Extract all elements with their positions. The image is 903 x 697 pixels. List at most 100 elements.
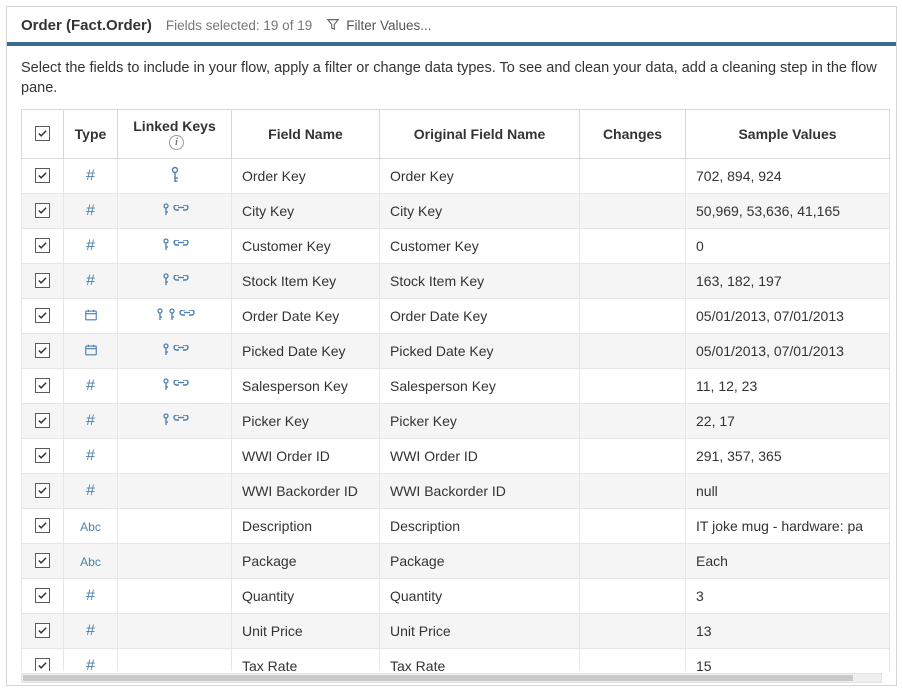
- cell-changes: [580, 264, 686, 299]
- fields-selected-label: Fields selected: 19 of 19: [166, 18, 312, 33]
- cell-type[interactable]: #: [64, 404, 118, 439]
- cell-sample: 13: [686, 614, 890, 649]
- panel-header: Order (Fact.Order) Fields selected: 19 o…: [7, 7, 896, 46]
- header-linked-keys[interactable]: Linked Keys i: [118, 109, 232, 159]
- cell-original-name: Package: [380, 544, 580, 579]
- key-link-icon: [161, 378, 189, 392]
- horizontal-scrollbar[interactable]: [21, 673, 882, 683]
- cell-type[interactable]: #: [64, 649, 118, 671]
- cell-field-name[interactable]: Description: [232, 509, 380, 544]
- header-changes[interactable]: Changes: [580, 109, 686, 159]
- cell-checkbox: [22, 159, 64, 194]
- table-row[interactable]: #Salesperson KeySalesperson Key11, 12, 2…: [22, 369, 890, 404]
- select-all-checkbox[interactable]: [35, 126, 50, 141]
- cell-type[interactable]: #: [64, 194, 118, 229]
- table-row[interactable]: #QuantityQuantity3: [22, 579, 890, 614]
- cell-field-name[interactable]: Picked Date Key: [232, 334, 380, 369]
- cell-sample: 50,969, 53,636, 41,165: [686, 194, 890, 229]
- cell-changes: [580, 404, 686, 439]
- cell-field-name[interactable]: Salesperson Key: [232, 369, 380, 404]
- cell-sample: 291, 357, 365: [686, 439, 890, 474]
- row-checkbox[interactable]: [35, 168, 50, 183]
- row-checkbox[interactable]: [35, 623, 50, 638]
- key-both-icon: [155, 308, 195, 322]
- horizontal-scrollbar-thumb[interactable]: [23, 675, 853, 681]
- cell-field-name[interactable]: City Key: [232, 194, 380, 229]
- fields-table-scroll[interactable]: Type Linked Keys i Field Name Original F…: [21, 109, 890, 671]
- cell-checkbox: [22, 649, 64, 671]
- cell-type[interactable]: [64, 299, 118, 334]
- table-row[interactable]: #WWI Backorder IDWWI Backorder IDnull: [22, 474, 890, 509]
- cell-sample: IT joke mug - hardware: pa: [686, 509, 890, 544]
- cell-field-name[interactable]: Stock Item Key: [232, 264, 380, 299]
- cell-field-name[interactable]: Picker Key: [232, 404, 380, 439]
- cell-type[interactable]: #: [64, 264, 118, 299]
- table-row[interactable]: #Customer KeyCustomer Key0: [22, 229, 890, 264]
- table-row[interactable]: #Order KeyOrder Key702, 894, 924: [22, 159, 890, 194]
- row-checkbox[interactable]: [35, 588, 50, 603]
- row-checkbox[interactable]: [35, 553, 50, 568]
- table-row[interactable]: Order Date KeyOrder Date Key05/01/2013, …: [22, 299, 890, 334]
- row-checkbox[interactable]: [35, 483, 50, 498]
- cell-type[interactable]: #: [64, 579, 118, 614]
- table-row[interactable]: AbcPackagePackageEach: [22, 544, 890, 579]
- cell-type[interactable]: #: [64, 614, 118, 649]
- row-checkbox[interactable]: [35, 273, 50, 288]
- cell-field-name[interactable]: Tax Rate: [232, 649, 380, 671]
- row-checkbox[interactable]: [35, 413, 50, 428]
- row-checkbox[interactable]: [35, 658, 50, 671]
- cell-checkbox: [22, 229, 64, 264]
- cell-field-name[interactable]: WWI Order ID: [232, 439, 380, 474]
- row-checkbox[interactable]: [35, 518, 50, 533]
- header-original-name[interactable]: Original Field Name: [380, 109, 580, 159]
- row-checkbox[interactable]: [35, 343, 50, 358]
- header-field-name[interactable]: Field Name: [232, 109, 380, 159]
- cell-checkbox: [22, 614, 64, 649]
- cell-linked: [118, 509, 232, 544]
- cell-field-name[interactable]: WWI Backorder ID: [232, 474, 380, 509]
- header-type[interactable]: Type: [64, 109, 118, 159]
- header-checkbox-cell: [22, 109, 64, 159]
- table-row[interactable]: #City KeyCity Key50,969, 53,636, 41,165: [22, 194, 890, 229]
- cell-type[interactable]: Abc: [64, 509, 118, 544]
- table-row[interactable]: Picked Date KeyPicked Date Key05/01/2013…: [22, 334, 890, 369]
- table-row[interactable]: AbcDescriptionDescriptionIT joke mug - h…: [22, 509, 890, 544]
- row-checkbox[interactable]: [35, 203, 50, 218]
- cell-type[interactable]: #: [64, 159, 118, 194]
- cell-field-name[interactable]: Order Key: [232, 159, 380, 194]
- cell-field-name[interactable]: Order Date Key: [232, 299, 380, 334]
- cell-type[interactable]: #: [64, 474, 118, 509]
- key-link-icon: [161, 238, 189, 252]
- cell-checkbox: [22, 509, 64, 544]
- cell-checkbox: [22, 264, 64, 299]
- cell-type[interactable]: [64, 334, 118, 369]
- key-link-icon: [161, 273, 189, 287]
- table-row[interactable]: #Unit PriceUnit Price13: [22, 614, 890, 649]
- cell-changes: [580, 194, 686, 229]
- filter-values-button[interactable]: Filter Values...: [326, 17, 431, 34]
- cell-type[interactable]: #: [64, 439, 118, 474]
- info-icon[interactable]: i: [169, 135, 184, 150]
- cell-linked: [118, 649, 232, 671]
- row-checkbox[interactable]: [35, 378, 50, 393]
- cell-type[interactable]: #: [64, 229, 118, 264]
- cell-original-name: Quantity: [380, 579, 580, 614]
- cell-field-name[interactable]: Quantity: [232, 579, 380, 614]
- row-checkbox[interactable]: [35, 448, 50, 463]
- number-type-icon: #: [86, 412, 96, 430]
- table-row[interactable]: #WWI Order IDWWI Order ID291, 357, 365: [22, 439, 890, 474]
- table-row[interactable]: #Stock Item KeyStock Item Key163, 182, 1…: [22, 264, 890, 299]
- cell-type[interactable]: #: [64, 369, 118, 404]
- cell-field-name[interactable]: Unit Price: [232, 614, 380, 649]
- row-checkbox[interactable]: [35, 238, 50, 253]
- cell-changes: [580, 474, 686, 509]
- header-sample[interactable]: Sample Values: [686, 109, 890, 159]
- row-checkbox[interactable]: [35, 308, 50, 323]
- cell-field-name[interactable]: Package: [232, 544, 380, 579]
- table-row[interactable]: #Tax RateTax Rate15: [22, 649, 890, 671]
- cell-linked: [118, 404, 232, 439]
- cell-field-name[interactable]: Customer Key: [232, 229, 380, 264]
- table-row[interactable]: #Picker KeyPicker Key22, 17: [22, 404, 890, 439]
- cell-type[interactable]: Abc: [64, 544, 118, 579]
- cell-linked: [118, 544, 232, 579]
